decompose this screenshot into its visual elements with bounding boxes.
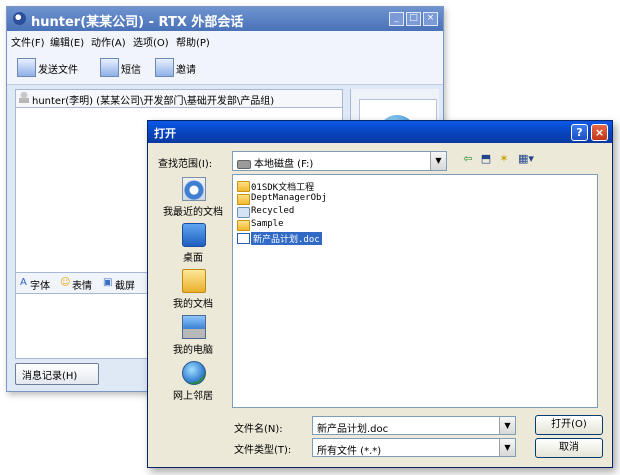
send-file-button[interactable]: 发送文件 [17,58,95,78]
network-places-icon [182,361,206,385]
file-name-label: 文件名(N): [234,424,283,435]
dialog-title: 打开 [154,127,176,140]
word-document-icon [237,233,250,244]
place-recent-documents[interactable]: 我最近的文档 [158,177,228,225]
close-icon[interactable]: × [591,124,608,141]
recycle-bin-icon [237,207,250,218]
file-name-field[interactable]: 新产品计划.doc ▼ [312,416,516,435]
up-folder-icon[interactable]: ⬒ [479,152,493,166]
folder-icon [237,181,250,192]
rtx-window-title: hunter(某某公司) - RTX 外部会话 [31,15,244,30]
open-button[interactable]: 打开(O) [535,415,603,435]
invite-button[interactable]: 邀请 [155,58,207,78]
cancel-button[interactable]: 取消 [535,438,603,458]
message-history-button[interactable]: 消息记录(H) [15,363,99,385]
rtx-title-bar[interactable]: hunter(某某公司) - RTX 外部会话 _ □ × [7,7,443,31]
places-bar: 我最近的文档 桌面 我的文档 我的电脑 网上邻居 [158,177,228,407]
rtx-toolbar: 发送文件 短信 邀请 [7,50,443,85]
menu-options[interactable]: 选项(O) [133,34,169,49]
minimize-icon[interactable]: _ [389,12,404,26]
look-in-label: 查找范围(I): [158,159,213,170]
dialog-title-bar[interactable]: 打开 ? × [148,121,612,143]
font-button[interactable]: 字体 [30,277,50,292]
sms-button[interactable]: 短信 [100,58,152,78]
font-icon[interactable]: A [20,277,27,288]
desktop-icon [182,223,206,247]
menu-help[interactable]: 帮助(P) [176,34,210,49]
screenshot-button[interactable]: 截屏 [115,277,135,292]
folder-icon [237,194,250,205]
view-menu-icon[interactable]: ▦▾ [515,152,537,166]
chat-contact-header: hunter(李明) (某某公司\开发部门\基础开发部\产品组) [15,89,343,108]
place-desktop[interactable]: 桌面 [158,223,228,271]
place-network[interactable]: 网上邻居 [158,361,228,409]
chevron-down-icon[interactable]: ▼ [430,152,446,170]
back-icon[interactable]: ⇦ [461,152,475,166]
my-documents-icon [182,269,206,293]
chevron-down-icon[interactable]: ▼ [499,439,515,456]
rtx-logo-icon [13,12,26,25]
place-my-computer[interactable]: 我的电脑 [158,315,228,363]
invite-icon [155,58,174,77]
my-computer-icon [182,315,206,339]
send-file-icon [17,58,36,77]
rtx-menu-bar: 文件(F) 编辑(E) 动作(A) 选项(O) 帮助(P) [7,31,443,50]
help-icon[interactable]: ? [571,124,588,141]
file-type-dropdown[interactable]: 所有文件 (*.*) ▼ [312,438,516,457]
close-icon[interactable]: × [423,12,438,26]
recent-documents-icon [182,177,206,201]
drive-icon [237,159,251,169]
menu-edit[interactable]: 编辑(E) [50,34,84,49]
folder-icon [237,220,250,231]
open-file-dialog: 打开 ? × 查找范围(I): 本地磁盘 (F:) ▼ ⇦ ⬒ ✶ ▦▾ 我最近… [147,120,613,468]
menu-file[interactable]: 文件(F) [11,34,45,49]
file-list[interactable]: 01SDK文档工程 DeptManagerObj Recycled Sample… [232,174,598,408]
screenshot-icon[interactable]: ▣ [103,277,112,288]
maximize-icon[interactable]: □ [406,12,421,26]
file-type-label: 文件类型(T): [234,445,292,456]
chevron-down-icon[interactable]: ▼ [499,417,515,434]
emoticon-icon[interactable]: ☺ [60,277,70,288]
look-in-dropdown[interactable]: 本地磁盘 (F:) ▼ [232,151,447,171]
look-in-value: 本地磁盘 (F:) [254,159,314,170]
sms-icon [100,58,119,77]
place-my-documents[interactable]: 我的文档 [158,269,228,317]
new-folder-icon[interactable]: ✶ [497,152,511,166]
emoticon-button[interactable]: 表情 [72,277,92,292]
user-icon [19,92,29,103]
menu-action[interactable]: 动作(A) [91,34,126,49]
